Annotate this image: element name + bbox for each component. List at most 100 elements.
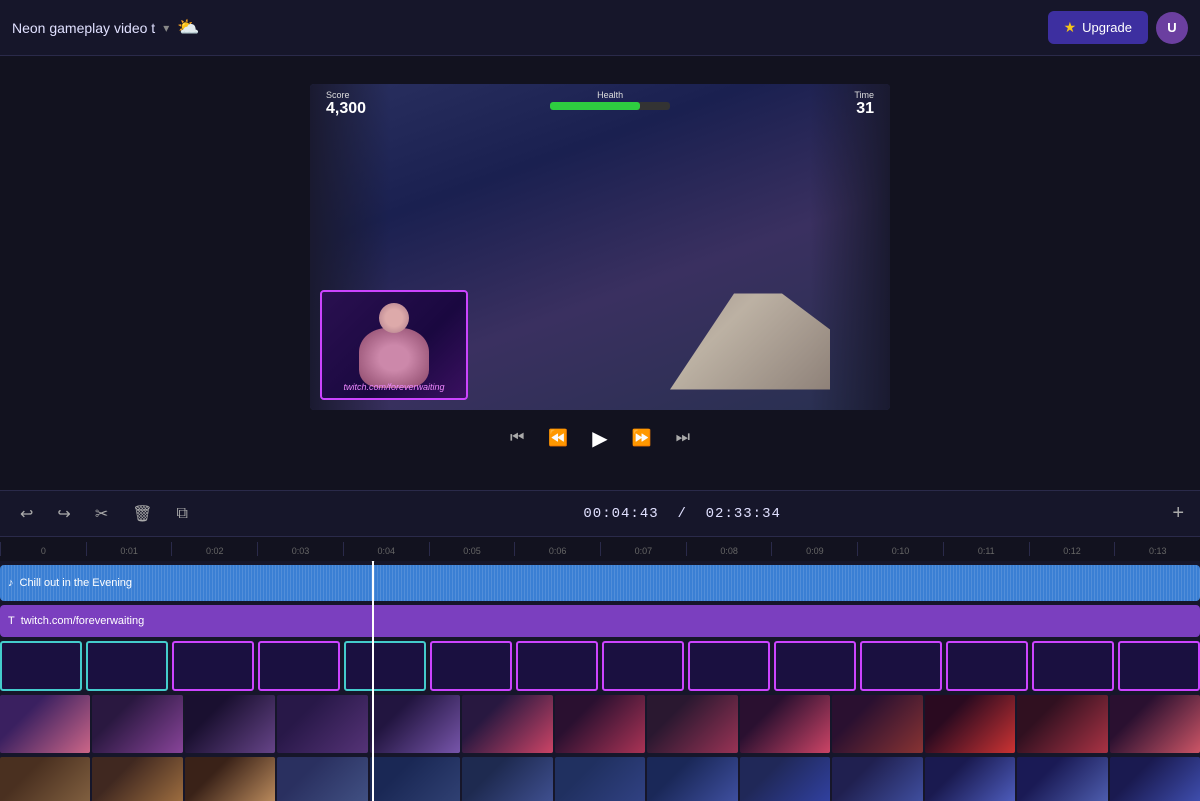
broll-clip-11[interactable] [925,757,1015,801]
clip-thumb-14[interactable] [1118,641,1200,691]
waveform [0,565,1200,601]
clip-thumb-11[interactable] [860,641,942,691]
star-icon: ★ [1064,19,1077,36]
cloud-icon[interactable]: ⛅ [177,17,199,38]
chevron-down-icon[interactable]: ▾ [163,21,169,35]
main-clip-7[interactable] [555,695,645,753]
score-value: 4,300 [326,100,366,118]
ruler-mark-10: 0:10 [857,542,943,556]
broll-clip-12[interactable] [1017,757,1107,801]
ruler-mark-1: 0:01 [86,542,172,556]
main-clip-2[interactable] [92,695,182,753]
video-preview: Score 4,300 Health Time 31 twitch.com/fo… [310,84,890,410]
main-clip-3[interactable] [185,695,275,753]
broll-clip-4[interactable] [277,757,367,801]
broll-clip-10[interactable] [832,757,922,801]
fast-forward-button[interactable]: ⏩ [628,424,656,452]
game-hud: Score 4,300 Health Time 31 [310,90,890,118]
broll-clip-1[interactable] [0,757,90,801]
playhead-triangle [366,561,380,563]
ruler-mark-13: 0:13 [1114,542,1200,556]
upgrade-label: Upgrade [1082,20,1132,35]
clip-thumb-7[interactable] [516,641,598,691]
main-video-track [0,695,1200,753]
broll-clip-5[interactable] [370,757,460,801]
timeline-tracks: ♪ Chill out in the Evening T twitch.com/… [0,561,1200,801]
total-frames: 34 [762,506,781,522]
main-clip-13[interactable] [1110,695,1200,753]
playhead[interactable] [372,561,374,801]
clip-thumb-6[interactable] [430,641,512,691]
main-clip-6[interactable] [462,695,552,753]
text-track-label: twitch.com/foreverwaiting [21,615,145,627]
broll-clip-6[interactable] [462,757,552,801]
ruler-mark-9: 0:09 [771,542,857,556]
clip-thumb-9[interactable] [688,641,770,691]
text-track[interactable]: T twitch.com/foreverwaiting [0,605,1200,637]
webcam-overlay: twitch.com/foreverwaiting [320,290,468,400]
total-time: 02:33 [706,506,753,522]
broll-clip-2[interactable] [92,757,182,801]
header-right: ★ Upgrade U [1048,11,1188,44]
main-clip-10[interactable] [832,695,922,753]
broll-clip-13[interactable] [1110,757,1200,801]
broll-clip-9[interactable] [740,757,830,801]
main-clip-9[interactable] [740,695,830,753]
ruler-mark-11: 0:11 [943,542,1029,556]
current-time: 00:04 [583,506,630,522]
ruler-mark-6: 0:06 [514,542,600,556]
timeline-toolbar: ↩ ↪ ✂ 🗑 ⧉ 00:04:43 / 02:33:34 + [0,491,1200,537]
redo-button[interactable]: ↪ [53,500,74,528]
copy-button[interactable]: ⧉ [173,501,192,527]
clip-thumb-5[interactable] [344,641,426,691]
skip-to-end-button[interactable]: ⏭ [672,425,694,451]
hud-health: Health [366,90,854,118]
rewind-button[interactable]: ⏪ [544,424,572,452]
ruler-mark-4: 0:04 [343,542,429,556]
scissors-button[interactable]: ✂ [91,500,112,528]
add-track-button[interactable]: + [1172,502,1184,525]
broll-track [0,757,1200,801]
play-button[interactable]: ▶ [588,422,611,455]
clip-thumb-12[interactable] [946,641,1028,691]
time-value: 31 [854,100,874,118]
broll-clip-7[interactable] [555,757,645,801]
timeline-ruler: 0 0:01 0:02 0:03 0:04 0:05 0:06 0:07 0:0… [0,537,1200,561]
main-clip-8[interactable] [647,695,737,753]
main-clip-11[interactable] [925,695,1015,753]
health-label: Health [366,90,854,100]
avatar[interactable]: U [1156,12,1188,44]
ruler-mark-0: 0 [0,542,86,556]
clip-thumb-1[interactable] [0,641,82,691]
undo-button[interactable]: ↩ [16,500,37,528]
upgrade-button[interactable]: ★ Upgrade [1048,11,1148,44]
clip-thumb-2[interactable] [86,641,168,691]
time-display: 00:04:43 / 02:33:34 [208,506,1156,522]
header: Neon gameplay video t ▾ ⛅ ★ Upgrade U [0,0,1200,56]
audio-track[interactable]: ♪ Chill out in the Evening [0,565,1200,601]
hud-score: Score 4,300 [326,90,366,118]
text-icon: T [8,615,15,627]
broll-clip-3[interactable] [185,757,275,801]
video-clips-track [0,641,1200,691]
clip-thumb-13[interactable] [1032,641,1114,691]
skip-to-start-button[interactable]: ⏮ [506,425,528,451]
clip-thumb-3[interactable] [172,641,254,691]
broll-clip-8[interactable] [647,757,737,801]
main-clip-12[interactable] [1017,695,1107,753]
hud-time: Time 31 [854,90,874,118]
health-bar-fill [550,102,640,110]
webcam-url: twitch.com/foreverwaiting [322,382,466,392]
current-frames: 43 [640,506,659,522]
playback-controls: ⏮ ⏪ ▶ ⏩ ⏭ [506,410,694,463]
health-bar-background [550,102,670,110]
timeline-area: ↩ ↪ ✂ 🗑 ⧉ 00:04:43 / 02:33:34 + 0 0:01 0… [0,490,1200,800]
clip-thumb-10[interactable] [774,641,856,691]
clip-thumb-4[interactable] [258,641,340,691]
main-clip-4[interactable] [277,695,367,753]
time-label: Time [854,90,874,100]
delete-button[interactable]: 🗑 [128,500,156,528]
main-clip-5[interactable] [370,695,460,753]
main-clip-1[interactable] [0,695,90,753]
clip-thumb-8[interactable] [602,641,684,691]
